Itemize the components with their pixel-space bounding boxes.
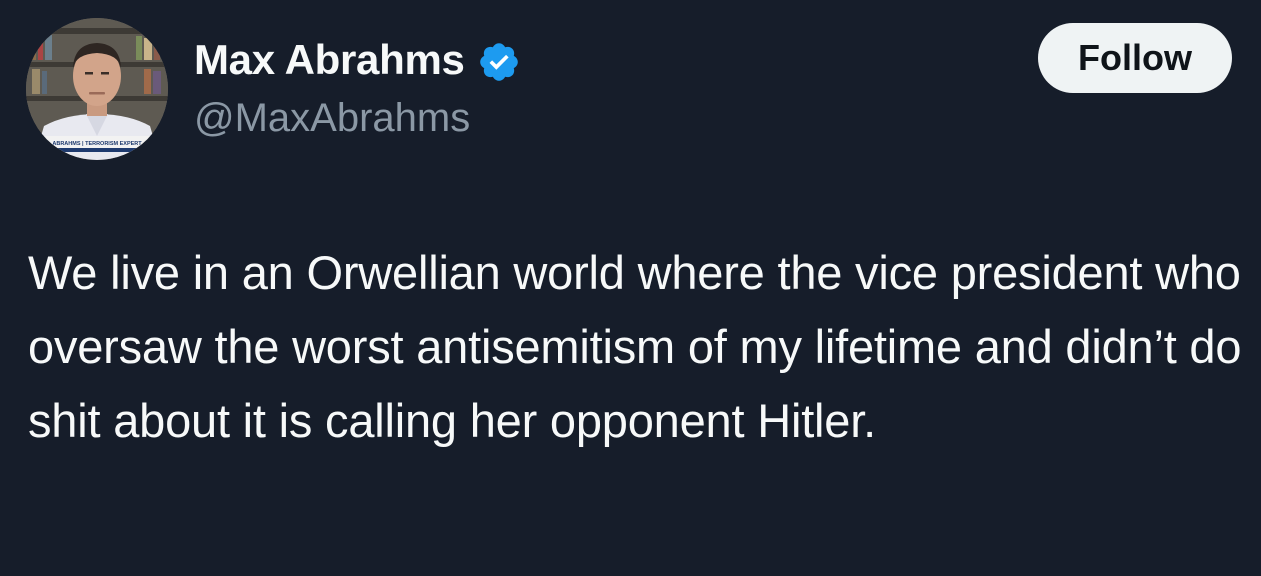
avatar[interactable]: ABRAHMS | TERRORISM EXPERT	[26, 18, 168, 160]
author-display-name[interactable]: Max Abrahms	[194, 36, 465, 84]
verified-badge-icon[interactable]	[477, 40, 521, 84]
author-name-row: Max Abrahms	[194, 36, 521, 84]
follow-button[interactable]: Follow	[1038, 23, 1232, 93]
author-handle[interactable]: @MaxAbrahms	[194, 94, 470, 142]
avatar-caption: ABRAHMS | TERRORISM EXPERT	[52, 141, 142, 147]
tweet-card: ABRAHMS | TERRORISM EXPERT Max Abrahms @…	[0, 0, 1261, 576]
avatar-image: ABRAHMS | TERRORISM EXPERT	[26, 18, 168, 160]
tweet-text: We live in an Orwellian world where the …	[28, 246, 1242, 447]
